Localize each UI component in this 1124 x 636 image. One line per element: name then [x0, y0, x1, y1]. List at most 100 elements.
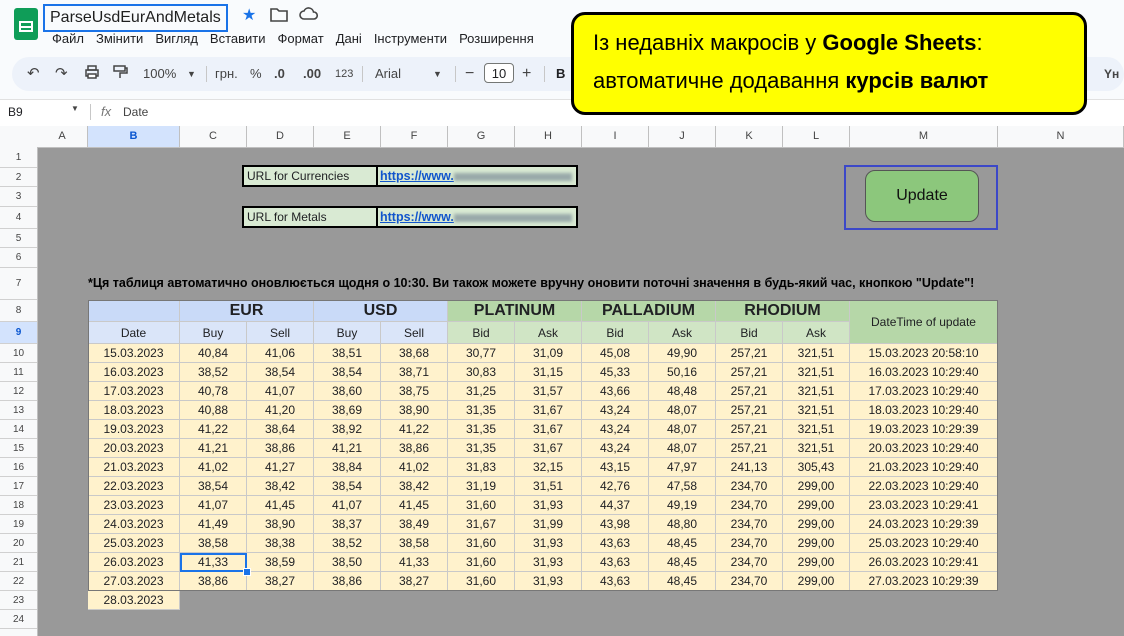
font-family-select[interactable]: Arial — [375, 64, 401, 84]
table-cell[interactable]: 23.03.2023 10:29:41 — [850, 496, 998, 515]
table-cell[interactable]: 31,60 — [448, 534, 515, 553]
table-cell[interactable]: 38,54 — [180, 477, 247, 496]
table-cell[interactable]: 19.03.2023 — [88, 420, 180, 439]
table-cell[interactable]: 305,43 — [783, 458, 850, 477]
table-cell[interactable]: 26.03.2023 10:29:41 — [850, 553, 998, 572]
table-cell[interactable]: 24.03.2023 — [88, 515, 180, 534]
table-cell[interactable]: 41,06 — [247, 344, 314, 363]
table-cell[interactable]: 45,08 — [582, 344, 649, 363]
table-cell[interactable]: 31,35 — [448, 401, 515, 420]
table-cell[interactable]: 299,00 — [783, 496, 850, 515]
table-cell[interactable]: 41,07 — [314, 496, 381, 515]
row-header-2[interactable]: 2 — [0, 168, 37, 187]
table-cell[interactable]: 38,64 — [247, 420, 314, 439]
table-cell[interactable]: 24.03.2023 10:29:39 — [850, 515, 998, 534]
table-cell[interactable]: 31,99 — [515, 515, 582, 534]
column-header-d[interactable]: D — [247, 126, 314, 147]
table-cell[interactable]: 31,35 — [448, 420, 515, 439]
row-header-20[interactable]: 20 — [0, 534, 37, 553]
undo-icon[interactable]: ↶ — [27, 64, 40, 84]
font-size-input[interactable]: 10 — [484, 63, 514, 83]
active-cell-cursor[interactable] — [180, 553, 247, 572]
table-cell[interactable]: 241,13 — [716, 458, 783, 477]
row-header-18[interactable]: 18 — [0, 496, 37, 515]
row-header-3[interactable]: 3 — [0, 187, 37, 207]
table-cell[interactable]: 38,59 — [247, 553, 314, 572]
table-cell[interactable]: 25.03.2023 10:29:40 — [850, 534, 998, 553]
table-cell[interactable]: 299,00 — [783, 553, 850, 572]
increase-decimal-button[interactable]: .00 — [303, 64, 321, 84]
table-cell[interactable]: 27.03.2023 — [88, 572, 180, 591]
table-cell[interactable]: 257,21 — [716, 401, 783, 420]
table-cell[interactable]: 48,07 — [649, 439, 716, 458]
table-cell[interactable]: 234,70 — [716, 534, 783, 553]
table-cell[interactable]: 42,76 — [582, 477, 649, 496]
table-cell[interactable]: 38,42 — [247, 477, 314, 496]
table-cell[interactable]: 38,84 — [314, 458, 381, 477]
sheets-logo-icon[interactable] — [14, 8, 38, 40]
table-cell[interactable]: 38,37 — [314, 515, 381, 534]
table-cell[interactable]: 30,83 — [448, 363, 515, 382]
table-cell[interactable]: 21.03.2023 10:29:40 — [850, 458, 998, 477]
table-cell[interactable]: 38,86 — [247, 439, 314, 458]
row-header-24[interactable]: 24 — [0, 610, 37, 629]
column-header-g[interactable]: G — [448, 126, 515, 147]
print-icon[interactable] — [84, 64, 100, 84]
table-cell[interactable]: 41,27 — [247, 458, 314, 477]
column-header-b[interactable]: B — [88, 126, 180, 147]
table-cell[interactable]: 25.03.2023 — [88, 534, 180, 553]
menu-view[interactable]: Вигляд — [155, 31, 198, 49]
table-cell[interactable]: 234,70 — [716, 515, 783, 534]
table-cell[interactable]: 31,93 — [515, 553, 582, 572]
table-cell[interactable]: 38,86 — [314, 572, 381, 591]
row-header-17[interactable]: 17 — [0, 477, 37, 496]
row-header-8[interactable]: 8 — [0, 300, 37, 322]
table-cell[interactable]: 47,58 — [649, 477, 716, 496]
table-cell[interactable]: 26.03.2023 — [88, 553, 180, 572]
paint-format-icon[interactable] — [112, 64, 128, 84]
column-header-f[interactable]: F — [381, 126, 448, 147]
column-header-l[interactable]: L — [783, 126, 850, 147]
table-cell[interactable]: 30,77 — [448, 344, 515, 363]
table-cell[interactable]: 41,07 — [247, 382, 314, 401]
table-cell[interactable]: 299,00 — [783, 534, 850, 553]
table-cell[interactable]: 50,16 — [649, 363, 716, 382]
column-header-j[interactable]: J — [649, 126, 716, 147]
table-cell[interactable]: 41,07 — [180, 496, 247, 515]
table-cell[interactable]: 31,83 — [448, 458, 515, 477]
table-cell[interactable]: 22.03.2023 10:29:40 — [850, 477, 998, 496]
table-cell[interactable]: 38,58 — [381, 534, 448, 553]
table-cell[interactable]: 43,66 — [582, 382, 649, 401]
column-header-n[interactable]: N — [998, 126, 1124, 147]
table-cell[interactable]: 41,45 — [381, 496, 448, 515]
row-header-16[interactable]: 16 — [0, 458, 37, 477]
zoom-select[interactable]: 100% — [143, 64, 176, 84]
menu-file[interactable]: Файл — [52, 31, 84, 49]
row-header-15[interactable]: 15 — [0, 439, 37, 458]
decrease-decimal-button[interactable]: .0 — [274, 64, 285, 84]
cloud-saved-icon[interactable] — [299, 6, 319, 28]
table-cell[interactable]: 38,38 — [247, 534, 314, 553]
table-cell[interactable]: 40,78 — [180, 382, 247, 401]
table-cell[interactable]: 19.03.2023 10:29:39 — [850, 420, 998, 439]
table-cell[interactable]: 257,21 — [716, 344, 783, 363]
table-cell[interactable]: 234,70 — [716, 477, 783, 496]
row-header-13[interactable]: 13 — [0, 401, 37, 420]
table-cell[interactable]: 31,60 — [448, 496, 515, 515]
text-rotation-button[interactable]: Yн — [1104, 64, 1119, 84]
table-cell[interactable]: 321,51 — [783, 382, 850, 401]
table-cell[interactable]: 38,49 — [381, 515, 448, 534]
menu-format[interactable]: Формат — [278, 31, 324, 49]
table-cell[interactable]: 38,71 — [381, 363, 448, 382]
row-header-22[interactable]: 22 — [0, 572, 37, 591]
table-cell[interactable]: 38,58 — [180, 534, 247, 553]
table-cell[interactable]: 38,51 — [314, 344, 381, 363]
table-cell[interactable]: 38,60 — [314, 382, 381, 401]
table-cell[interactable]: 17.03.2023 — [88, 382, 180, 401]
table-cell[interactable]: 16.03.2023 10:29:40 — [850, 363, 998, 382]
table-cell[interactable]: 22.03.2023 — [88, 477, 180, 496]
table-cell[interactable]: 41,02 — [180, 458, 247, 477]
table-cell[interactable]: 38,27 — [381, 572, 448, 591]
table-cell[interactable]: 41,33 — [381, 553, 448, 572]
format-percent-button[interactable]: % — [250, 64, 262, 84]
